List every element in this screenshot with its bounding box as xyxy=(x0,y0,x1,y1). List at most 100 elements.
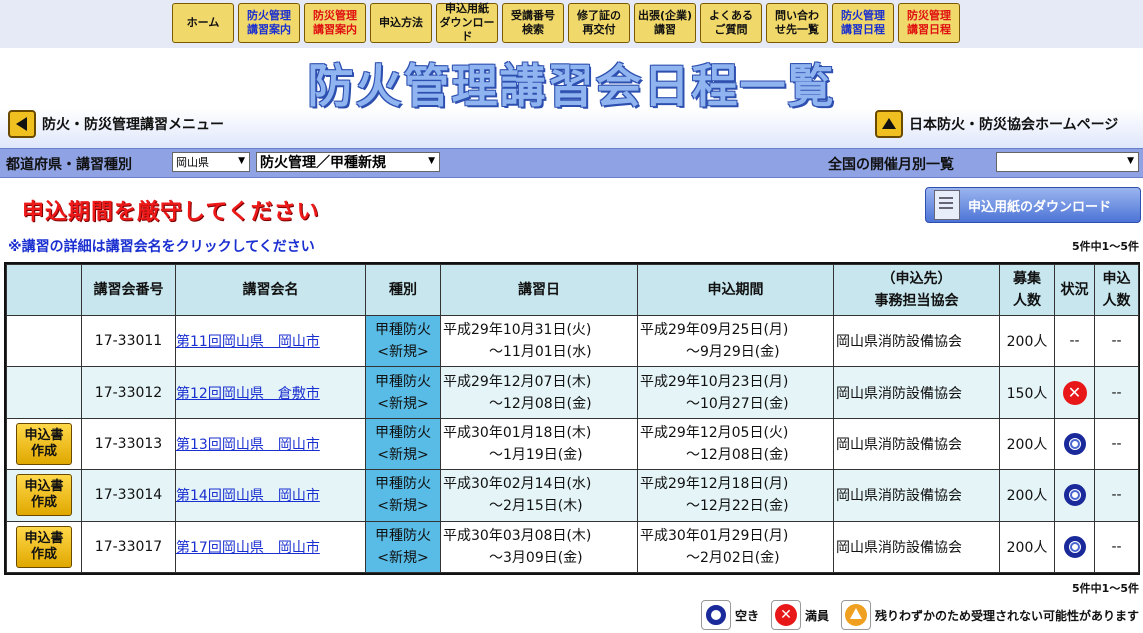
association-home-label: 日本防火・防災協会ホームページ xyxy=(909,117,1119,133)
course-type-select[interactable]: 防火管理／甲種新規 ▼ xyxy=(256,152,440,172)
period-line2: ～10月27日(金) xyxy=(686,395,789,412)
application-period-cell: 平成29年12月18日(月) ～12月22日(金) xyxy=(637,469,834,522)
nav-button-0[interactable]: ホーム xyxy=(172,3,234,43)
header-kind: 種別 xyxy=(365,264,441,316)
course-date-line2: ～1月19日(金) xyxy=(489,446,583,463)
few-remaining-icon xyxy=(840,600,871,630)
applicants-cell: -- xyxy=(1094,366,1139,419)
deadline-warning: 申込期間を厳守してください xyxy=(22,200,320,225)
status-legend: 空き ✕ 満員 残りわずかのため受理されない可能性があります xyxy=(700,600,1139,630)
association-home-link[interactable]: 日本防火・防災協会ホームページ xyxy=(875,108,1118,140)
nav-button-5[interactable]: 受講番号 検索 xyxy=(502,3,564,43)
course-number-cell: 17-33014 xyxy=(81,469,176,522)
period-line1: 平成30年01月29日(月) xyxy=(640,527,789,544)
nav-button-10[interactable]: 防火管理 講習日程 xyxy=(832,3,894,43)
kind-line1: 甲種防火 xyxy=(375,322,431,339)
course-number-cell: 17-33013 xyxy=(81,417,176,471)
table-row: 17-33011 第11回岡山県 岡山市 甲種防火 <新規> 平成29年10月3… xyxy=(6,314,1139,368)
association-cell: 岡山県消防設備協会 xyxy=(833,417,1000,471)
download-form-button[interactable]: 申込用紙のダウンロード xyxy=(925,187,1141,223)
result-count-bottom: 5件中1～5件 xyxy=(1072,582,1139,595)
header-course-number: 講習会番号 xyxy=(81,264,176,316)
back-to-menu-link[interactable]: 防火・防災管理講習メニュー xyxy=(8,108,224,140)
document-download-icon xyxy=(934,190,960,220)
create-application-button[interactable]: 申込書 作成 xyxy=(16,422,72,465)
course-name-link[interactable]: 第12回岡山県 倉敷市 xyxy=(176,386,320,402)
course-name-cell: 第13回岡山県 岡山市 xyxy=(175,417,366,471)
table-row: 17-33012 第12回岡山県 倉敷市 甲種防火 <新規> 平成29年12月0… xyxy=(6,366,1139,419)
capacity-cell: 200人 xyxy=(999,520,1055,574)
prefecture-select[interactable]: 岡山県 ▼ xyxy=(172,152,250,172)
nav-button-2[interactable]: 防災管理 講習案内 xyxy=(304,3,366,43)
header-association: （申込先） 事務担当協会 xyxy=(833,264,1000,316)
legend-open-label: 空き xyxy=(734,608,759,623)
course-name-link[interactable]: 第11回岡山県 岡山市 xyxy=(176,334,320,350)
nav-button-11[interactable]: 防災管理 講習日程 xyxy=(898,3,960,43)
header-applicants-line1: 申込 xyxy=(1102,271,1131,287)
association-cell: 岡山県消防設備協会 xyxy=(833,366,1000,419)
kind-line1: 甲種防火 xyxy=(375,373,431,390)
create-application-button[interactable]: 申込書 作成 xyxy=(16,525,72,568)
download-form-label: 申込用紙のダウンロード xyxy=(968,199,1112,215)
kind-line2: <新規> xyxy=(377,549,429,566)
period-line1: 平成29年10月23日(月) xyxy=(640,373,789,390)
period-line1: 平成29年12月18日(月) xyxy=(640,476,789,493)
nav-button-9[interactable]: 問い合わ せ先一覧 xyxy=(766,3,828,43)
create-application-button[interactable]: 申込書 作成 xyxy=(16,474,72,517)
status-value: -- xyxy=(1069,333,1080,350)
course-name-link[interactable]: 第13回岡山県 岡山市 xyxy=(176,437,320,453)
nav-button-7[interactable]: 出張(企業) 講習 xyxy=(634,3,696,43)
application-period-cell: 平成29年09月25日(月) ～9月29日(金) xyxy=(637,314,834,368)
page-title: 防火管理講習会日程一覧 xyxy=(307,59,836,113)
monthly-list-select[interactable]: ▼ xyxy=(996,152,1139,172)
nav-button-6[interactable]: 修了証の 再交付 xyxy=(568,3,630,43)
course-date-line2: ～11月01日(水) xyxy=(489,344,592,361)
detail-click-note: ※講習の詳細は講習会名をクリックしてください xyxy=(8,239,315,255)
header-capacity-line1: 募集 xyxy=(1013,271,1041,287)
course-number-cell: 17-33012 xyxy=(81,366,176,419)
course-name-link[interactable]: 第14回岡山県 岡山市 xyxy=(176,488,320,504)
course-date-line1: 平成29年10月31日(火) xyxy=(443,322,592,339)
arrow-left-icon xyxy=(8,110,36,138)
prefecture-select-value: 岡山県 xyxy=(176,156,209,169)
nav-button-4[interactable]: 申込用紙 ダウンロード xyxy=(436,2,498,43)
top-navigation-bar: ホーム 防火管理 講習案内 防災管理 講習案内 申込方法 申込用紙 ダウンロード 受講番号… xyxy=(0,0,1143,48)
header-course-name: 講習会名 xyxy=(175,264,366,316)
kind-cell: 甲種防火 <新規> xyxy=(365,314,441,368)
kind-cell: 甲種防火 <新規> xyxy=(365,417,441,471)
result-count-top: 5件中1～5件 xyxy=(1072,240,1139,253)
course-name-link[interactable]: 第17回岡山県 岡山市 xyxy=(176,540,320,556)
course-date-cell: 平成29年10月31日(火) ～11月01日(水) xyxy=(440,314,638,368)
chevron-down-icon: ▼ xyxy=(428,156,435,166)
vacancy-icon xyxy=(1063,432,1086,455)
kind-line1: 甲種防火 xyxy=(375,476,431,493)
header-association-line2: 事務担当協会 xyxy=(874,293,959,309)
course-name-cell: 第11回岡山県 岡山市 xyxy=(175,314,366,368)
period-line1: 平成29年12月05日(火) xyxy=(640,424,789,441)
status-cell xyxy=(1054,469,1095,522)
course-name-cell: 第17回岡山県 岡山市 xyxy=(175,520,366,574)
kind-line1: 甲種防火 xyxy=(375,424,431,441)
schedule-table-frame: 講習会番号 講習会名 種別 講習日 申込期間 （申込先） 事務担当協会 募集 人… xyxy=(4,262,1140,575)
schedule-table: 講習会番号 講習会名 種別 講習日 申込期間 （申込先） 事務担当協会 募集 人… xyxy=(6,264,1139,574)
table-row: 申込書 作成 17-33013 第13回岡山県 岡山市 甲種防火 <新規> 平成… xyxy=(6,417,1139,471)
apply-cell xyxy=(6,366,82,419)
header-applicants: 申込 人数 xyxy=(1094,264,1139,316)
course-date-line1: 平成30年01月18日(木) xyxy=(443,424,592,441)
course-number-cell: 17-33017 xyxy=(81,520,176,574)
period-line2: ～2月02日(金) xyxy=(686,549,780,566)
header-application-period: 申込期間 xyxy=(637,264,834,316)
header-capacity-line2: 人数 xyxy=(1013,293,1041,309)
course-date-cell: 平成30年02月14日(水) ～2月15日(木) xyxy=(440,469,638,522)
nav-button-1[interactable]: 防火管理 講習案内 xyxy=(238,3,300,43)
kind-cell: 甲種防火 <新規> xyxy=(365,520,441,574)
apply-cell: 申込書 作成 xyxy=(6,469,82,522)
legend-full-label: 満員 xyxy=(804,608,829,623)
status-cell: -- xyxy=(1054,314,1095,368)
course-date-line1: 平成29年12月07日(木) xyxy=(443,373,592,390)
nav-button-8[interactable]: よくある ご質問 xyxy=(700,3,762,43)
apply-cell xyxy=(6,314,82,368)
nav-button-3[interactable]: 申込方法 xyxy=(370,3,432,43)
nav-button-row: ホーム 防火管理 講習案内 防災管理 講習案内 申込方法 申込用紙 ダウンロード 受講番号… xyxy=(172,2,960,43)
apply-cell: 申込書 作成 xyxy=(6,417,82,471)
